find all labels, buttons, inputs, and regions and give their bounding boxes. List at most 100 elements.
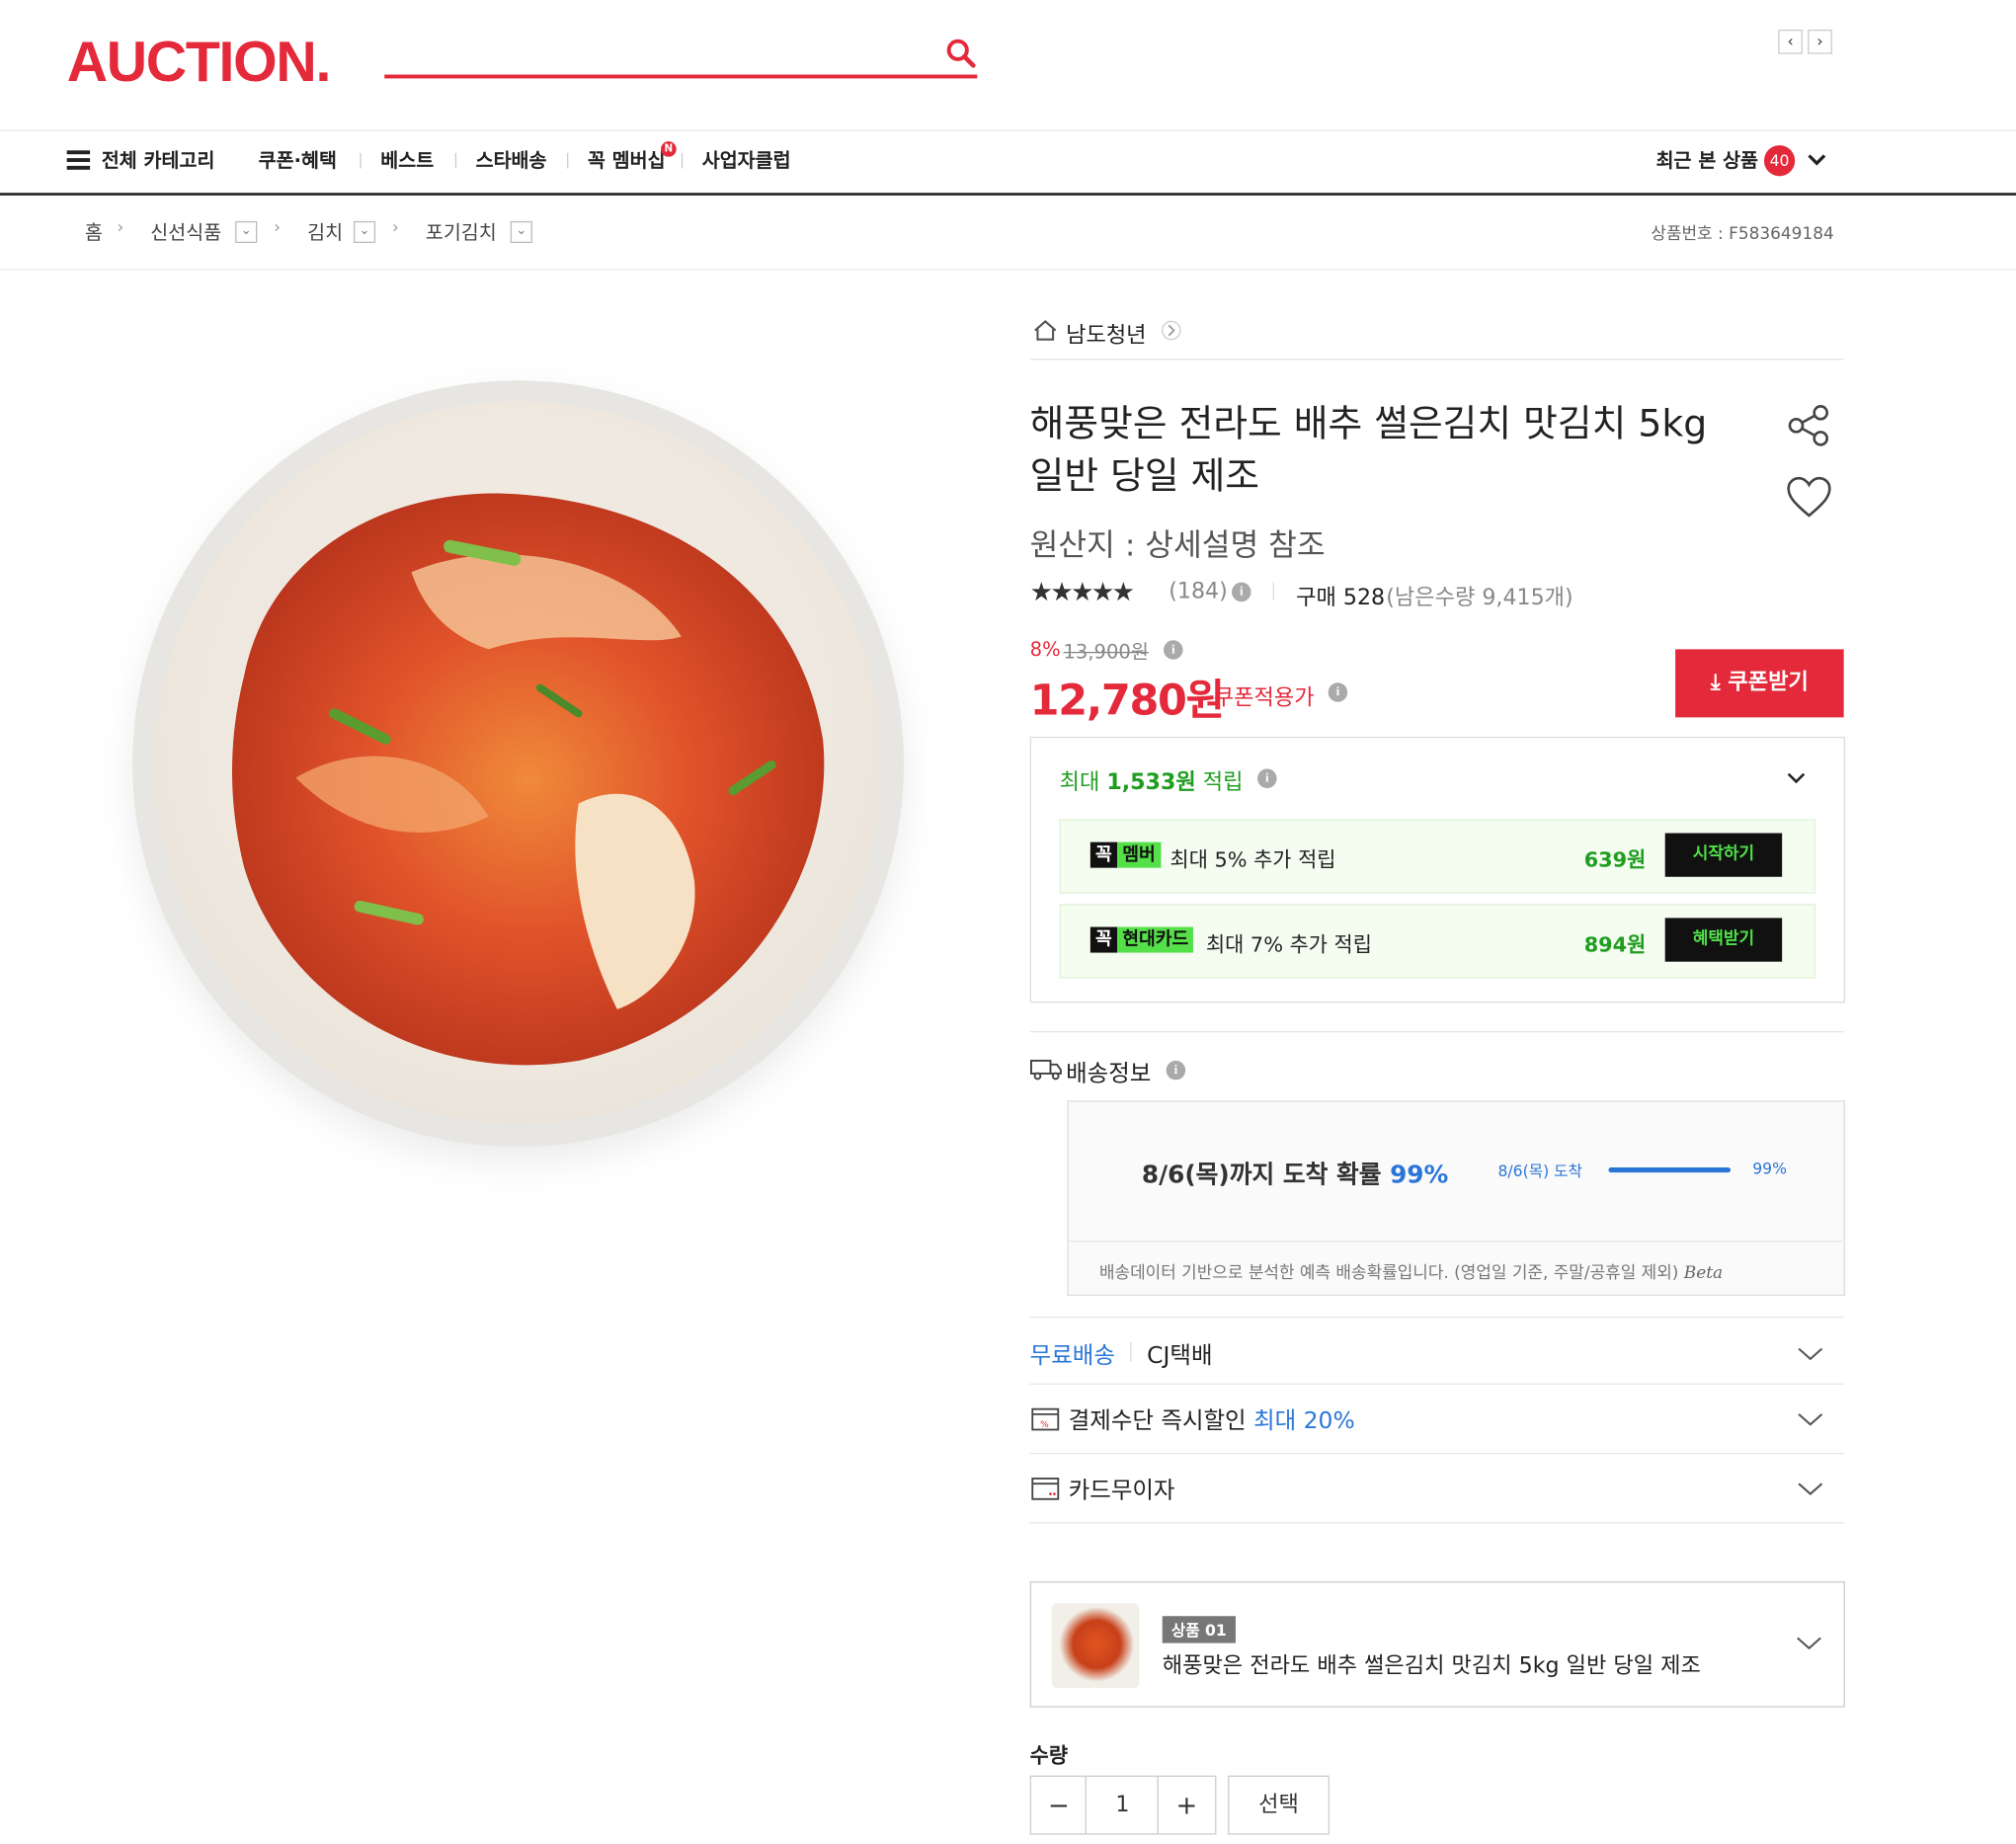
info-icon[interactable]: i — [1164, 640, 1183, 660]
prev-arrow-button[interactable]: ‹ — [1778, 29, 1803, 54]
chevron-right-icon[interactable] — [1161, 320, 1181, 341]
breadcrumb-level-3[interactable]: 포기김치 — [426, 218, 497, 245]
original-price: 13,900원 — [1063, 640, 1149, 664]
heart-icon[interactable] — [1786, 476, 1832, 520]
dropdown-toggle-icon[interactable]: ⌄ — [510, 220, 532, 244]
hyundai-card-tag: 꼭 현대카드 — [1089, 925, 1194, 953]
probability-bar — [1608, 1166, 1732, 1173]
share-icon[interactable] — [1786, 402, 1832, 448]
nav-bottom-border — [0, 193, 2016, 196]
nav-coupon-benefits[interactable]: 쿠폰·혜택 — [259, 146, 337, 173]
auction-logo[interactable]: AUCTION. — [67, 31, 332, 95]
purchase-count: 구매 528 — [1296, 585, 1386, 611]
free-shipping-label: 무료배송 — [1029, 1341, 1115, 1370]
search-input[interactable] — [384, 74, 978, 79]
points-row-amount: 894원 — [1583, 931, 1647, 957]
probability-pct: 99% — [1752, 1160, 1787, 1178]
breadcrumb-divider — [0, 269, 2016, 271]
product-title: 해풍맞은 전라도 배추 썰은김치 맛김치 5kg 일반 당일 제조 — [1029, 401, 1708, 498]
menu-icon[interactable] — [66, 150, 91, 173]
option-name: 해풍맞은 전라도 배추 썰은김치 맛김치 5kg 일반 당일 제조 — [1162, 1652, 1701, 1680]
points-header[interactable]: 최대 1,533원 적립 — [1060, 763, 1244, 796]
chevron-down-icon[interactable] — [1796, 1345, 1824, 1363]
option-thumbnail-image — [1059, 1607, 1135, 1682]
nav-best[interactable]: 베스트 — [380, 146, 434, 173]
review-count[interactable]: (184) — [1169, 579, 1228, 604]
courier-name: CJ택배 — [1147, 1341, 1213, 1370]
chevron-down-icon[interactable] — [1807, 152, 1827, 168]
breadcrumb-separator-icon: › — [392, 218, 399, 238]
quantity-label: 수량 — [1029, 1743, 1069, 1768]
breadcrumb-separator-icon: › — [117, 218, 124, 238]
new-badge: N — [661, 141, 677, 157]
breadcrumb-home[interactable]: 홈 — [85, 218, 103, 245]
search-icon[interactable] — [943, 36, 977, 69]
rating-divider — [1272, 582, 1274, 601]
nav-divider — [681, 152, 684, 169]
nav-divider — [360, 152, 362, 169]
nav-star-delivery[interactable]: 스타배송 — [476, 146, 547, 173]
shipping-header: 배송정보 — [1066, 1060, 1152, 1088]
nav-all-categories[interactable]: 전체 카테고리 — [102, 146, 215, 173]
price-label: 쿠폰적용가 — [1213, 684, 1315, 711]
dropdown-toggle-icon[interactable]: ⌄ — [235, 220, 258, 244]
divider — [1130, 1341, 1132, 1362]
arrival-probability: 8/6(목)까지 도착 확률 99% — [1141, 1161, 1449, 1190]
quantity-plus-button[interactable]: + — [1157, 1775, 1217, 1835]
chevron-down-icon[interactable] — [1786, 770, 1807, 786]
info-icon[interactable]: i — [1166, 1060, 1186, 1081]
download-icon: ⤓ — [1710, 670, 1729, 696]
select-button[interactable]: 선택 — [1228, 1775, 1330, 1835]
get-benefit-button[interactable]: 혜택받기 — [1664, 918, 1783, 962]
kimchi-illustration — [231, 493, 825, 1066]
start-membership-button[interactable]: 시작하기 — [1664, 833, 1783, 877]
rating-stars: ★★★★★ — [1029, 576, 1135, 607]
breadcrumb-separator-icon: › — [274, 218, 282, 238]
seller-name[interactable]: 남도청년 — [1066, 316, 1146, 349]
sale-price: 12,780원 — [1029, 675, 1225, 726]
nav-divider — [454, 152, 457, 169]
section-divider — [1029, 1316, 1844, 1319]
truck-icon — [1029, 1059, 1062, 1081]
points-row-text: 최대 7% 추가 적립 — [1205, 931, 1372, 957]
chevron-down-icon[interactable] — [1796, 1480, 1824, 1497]
member-tag: 꼭 멤버 — [1089, 841, 1161, 868]
seller-divider — [1029, 359, 1844, 361]
dropdown-toggle-icon[interactable]: ⌄ — [353, 220, 376, 244]
header-divider — [0, 129, 2016, 131]
arrival-date: 8/6(목) 도착 — [1497, 1162, 1582, 1180]
recent-products-label[interactable]: 최근 본 상품 — [1656, 146, 1758, 173]
info-icon[interactable]: i — [1232, 582, 1251, 602]
points-row-amount: 639원 — [1583, 846, 1647, 872]
coupon-button[interactable]: ⤓ 쿠폰받기 — [1675, 649, 1844, 718]
chevron-down-icon[interactable] — [1795, 1634, 1823, 1651]
option-tag: 상품 01 — [1162, 1616, 1236, 1644]
section-divider — [1029, 1030, 1844, 1033]
home-icon — [1034, 320, 1057, 341]
card-icon — [1031, 1478, 1060, 1500]
remaining-quantity: (남은수량 9,415개) — [1386, 585, 1573, 611]
info-icon[interactable]: i — [1328, 682, 1348, 702]
shipping-note: 배송데이터 기반으로 분석한 예측 배송확률입니다. (영업일 기준, 주말/공… — [1098, 1263, 1724, 1284]
quantity-minus-button[interactable]: − — [1029, 1775, 1089, 1835]
recent-count-badge: 40 — [1763, 145, 1796, 177]
next-arrow-button[interactable]: › — [1808, 29, 1832, 54]
section-divider — [1029, 1452, 1844, 1455]
product-number: 상품번호 : F583649184 — [1651, 224, 1834, 245]
origin-info: 원산지 : 상세설명 참조 — [1029, 526, 1326, 564]
chevron-down-icon[interactable] — [1796, 1410, 1824, 1428]
points-row-text: 최대 5% 추가 적립 — [1169, 846, 1336, 872]
section-divider — [1029, 1522, 1844, 1524]
payment-discount-label: 결제수단 즉시할인 최대 20% — [1068, 1407, 1355, 1435]
svg-text:%: % — [1040, 1420, 1049, 1430]
nav-membership[interactable]: 꼭 멤버십 — [588, 146, 666, 173]
breadcrumb-level-1[interactable]: 신선식품 — [150, 218, 221, 245]
nav-business-club[interactable]: 사업자클럽 — [702, 146, 791, 173]
payment-discount-icon: % — [1031, 1407, 1060, 1431]
info-icon[interactable]: i — [1257, 768, 1277, 788]
quantity-input[interactable]: 1 — [1085, 1775, 1161, 1835]
breadcrumb-level-2[interactable]: 김치 — [307, 218, 343, 245]
discount-rate: 8% — [1029, 637, 1061, 662]
interest-free-label: 카드무이자 — [1068, 1477, 1175, 1504]
option-selector[interactable] — [1029, 1581, 1845, 1708]
